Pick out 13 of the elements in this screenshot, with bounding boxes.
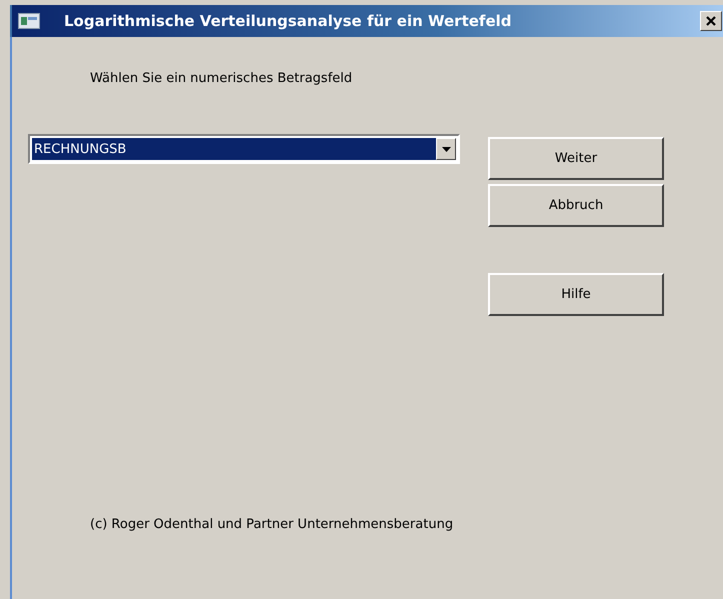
close-icon [705,15,717,27]
dialog-button[interactable]: Hilfe [488,273,664,316]
prompt-label: Wählen Sie ein numerisches Betragsfeld [90,71,354,86]
window-title: Logarithmische Verteilungsanalyse für ein Wertefeld [64,12,512,30]
dropdown-arrow-button[interactable] [436,138,456,160]
app-icon [18,13,40,29]
dropdown-value: RECHNUNGSB [32,138,436,160]
dialog-button[interactable]: Weiter [488,137,664,180]
dialog-button[interactable]: Abbruch [488,184,664,227]
copyright-text: (c) Roger Odenthal und Partner Unternehmensberatung [90,517,454,532]
field-dropdown[interactable]: RECHNUNGSB [28,134,460,164]
caret-icon [442,146,450,152]
close-button[interactable] [700,11,722,31]
